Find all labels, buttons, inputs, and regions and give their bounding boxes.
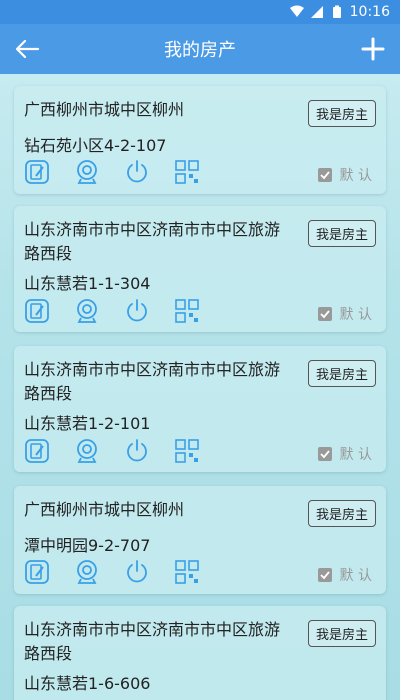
checkbox-icon: [317, 168, 332, 182]
default-checkbox[interactable]: 默 认: [317, 165, 372, 185]
property-card[interactable]: 山东济南市市中区济南市市中区旅游路西段 我是房主 山东慧若1-1-304 默 认: [14, 206, 386, 332]
property-address: 广西柳州市城中区柳州: [24, 500, 185, 519]
property-estate: 山东慧若1-6-606: [24, 674, 151, 693]
action-icons: [24, 438, 200, 464]
qrcode-icon[interactable]: [174, 438, 200, 464]
status-time: 10:16: [349, 4, 390, 20]
qrcode-icon[interactable]: [174, 559, 200, 585]
default-checkbox[interactable]: 默 认: [317, 444, 372, 464]
add-icon[interactable]: [360, 36, 386, 62]
default-label: 默 认: [339, 168, 372, 184]
owner-badge-button[interactable]: 我是房主: [307, 360, 376, 387]
edit-icon[interactable]: [24, 298, 50, 324]
camera-icon[interactable]: [74, 559, 100, 585]
action-icons: [24, 559, 200, 585]
property-card[interactable]: 山东济南市市中区济南市市中区旅游路西段 我是房主 山东慧若1-6-606: [14, 606, 386, 700]
power-icon[interactable]: [124, 298, 150, 324]
power-icon[interactable]: [124, 159, 150, 185]
property-card[interactable]: 广西柳州市城中区柳州 我是房主 钻石苑小区4-2-107 默 认: [14, 86, 386, 194]
default-label: 默 认: [339, 568, 372, 584]
checkbox-icon: [317, 447, 332, 461]
status-bar: 10:16: [0, 0, 400, 24]
owner-badge-button[interactable]: 我是房主: [307, 620, 376, 647]
power-icon[interactable]: [124, 559, 150, 585]
edit-icon[interactable]: [24, 559, 50, 585]
checkbox-icon: [317, 307, 332, 321]
wifi-icon: [289, 5, 304, 17]
camera-icon[interactable]: [74, 159, 100, 185]
property-card[interactable]: 山东济南市市中区济南市市中区旅游路西段 我是房主 山东慧若1-2-101 默 认: [14, 346, 386, 472]
power-icon[interactable]: [124, 438, 150, 464]
owner-badge-button[interactable]: 我是房主: [307, 220, 376, 247]
owner-badge-button[interactable]: 我是房主: [307, 500, 376, 527]
camera-icon[interactable]: [74, 298, 100, 324]
signal-icon: [310, 6, 323, 18]
property-estate: 钻石苑小区4-2-107: [24, 136, 167, 155]
app-bar: 我的房产: [0, 24, 400, 74]
edit-icon[interactable]: [24, 159, 50, 185]
default-label: 默 认: [339, 447, 372, 463]
page-title: 我的房产: [164, 40, 236, 61]
checkbox-icon: [317, 568, 332, 582]
property-address: 广西柳州市城中区柳州: [24, 100, 185, 119]
battery-icon: [332, 5, 341, 18]
property-estate: 山东慧若1-2-101: [24, 414, 151, 433]
action-icons: [24, 298, 200, 324]
edit-icon[interactable]: [24, 438, 50, 464]
back-arrow-icon[interactable]: [14, 37, 40, 61]
qrcode-icon[interactable]: [174, 159, 200, 185]
property-address: 山东济南市市中区济南市市中区旅游路西段: [24, 220, 281, 263]
default-label: 默 认: [339, 307, 372, 323]
property-estate: 潭中明园9-2-707: [24, 536, 151, 555]
property-card[interactable]: 广西柳州市城中区柳州 我是房主 潭中明园9-2-707 默 认: [14, 486, 386, 594]
action-icons: [24, 159, 200, 185]
owner-badge-button[interactable]: 我是房主: [307, 100, 376, 127]
property-address: 山东济南市市中区济南市市中区旅游路西段: [24, 360, 281, 403]
camera-icon[interactable]: [74, 438, 100, 464]
default-checkbox[interactable]: 默 认: [317, 565, 372, 585]
qrcode-icon[interactable]: [174, 298, 200, 324]
property-estate: 山东慧若1-1-304: [24, 274, 151, 293]
property-address: 山东济南市市中区济南市市中区旅游路西段: [24, 620, 281, 663]
property-list: 广西柳州市城中区柳州 我是房主 钻石苑小区4-2-107 默 认 山东济南市市中…: [0, 74, 400, 700]
default-checkbox[interactable]: 默 认: [317, 304, 372, 324]
